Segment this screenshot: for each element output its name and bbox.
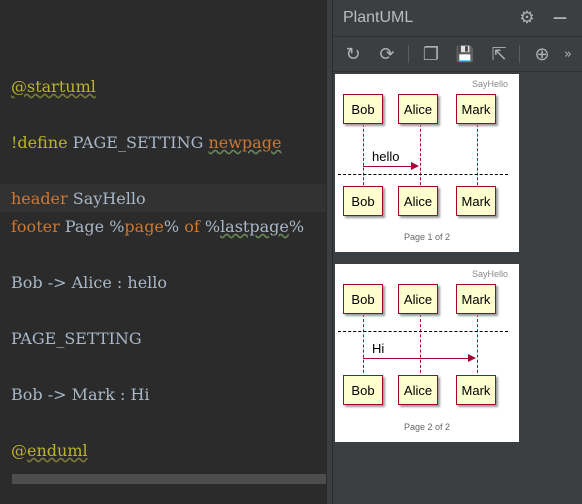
code-editor[interactable]: @startuml !define PAGE_SETTING newpage h… xyxy=(0,0,326,504)
message-label: Hi xyxy=(372,341,385,356)
code-line-enduml[interactable]: @enduml xyxy=(11,441,88,461)
save-icon[interactable]: 💾 xyxy=(454,43,476,65)
toolbar-separator xyxy=(519,45,520,63)
message-label: hello xyxy=(372,149,400,164)
panel-header: PlantUML ⚙ — xyxy=(333,0,582,37)
toolbar-separator xyxy=(408,45,409,63)
open-external-icon[interactable]: ⇱ xyxy=(488,43,510,65)
arrow-head xyxy=(468,354,476,362)
arrow-head xyxy=(411,162,419,170)
lifeline-mark xyxy=(477,124,478,190)
participant-alice: Alice xyxy=(398,284,438,314)
participant-mark: Mark xyxy=(456,284,496,314)
message-arrow xyxy=(363,358,470,359)
lifeline-bob xyxy=(363,314,364,378)
minimize-icon[interactable]: — xyxy=(550,8,570,28)
participant-mark-bottom: Mark xyxy=(456,186,496,216)
diagram-page-1: SayHello Bob Alice Mark hello Bob Alice … xyxy=(335,74,519,252)
lifeline-mark xyxy=(477,314,478,378)
plantuml-panel: PlantUML ⚙ — ↻ ⟳ ❐ 💾 ⇱ ⊕ » SayHello Bob … xyxy=(332,0,582,504)
participant-bob: Bob xyxy=(343,284,383,314)
participant-bob: Bob xyxy=(343,94,383,124)
footer-keyword: footer xyxy=(11,217,60,236)
reload-icon[interactable]: ⟳ xyxy=(376,43,398,65)
code-line-startuml[interactable]: @startuml xyxy=(11,77,96,97)
diagram-page-2: SayHello Bob Alice Mark Hi Bob Alice Mar… xyxy=(335,264,519,442)
zoom-in-icon[interactable]: ⊕ xyxy=(531,43,553,65)
code-line-header[interactable]: header SayHello xyxy=(11,189,146,209)
diagram-header: SayHello xyxy=(471,79,508,89)
code-line-page-setting[interactable]: PAGE_SETTING xyxy=(11,329,142,349)
horizontal-scrollbar[interactable] xyxy=(12,474,326,484)
footer-text-b: % xyxy=(163,217,185,236)
define-name: PAGE_SETTING xyxy=(72,133,209,152)
participant-mark-bottom: Mark xyxy=(456,375,496,405)
participant-mark: Mark xyxy=(456,94,496,124)
page-variable: page xyxy=(124,217,164,236)
header-keyword: header xyxy=(11,189,68,208)
copy-icon[interactable]: ❐ xyxy=(420,43,442,65)
participant-alice-bottom: Alice xyxy=(398,375,438,405)
more-icon[interactable]: » xyxy=(557,43,579,65)
footer-text-c: % xyxy=(199,217,221,236)
participant-alice: Alice xyxy=(398,94,438,124)
refresh-icon[interactable]: ↻ xyxy=(342,43,364,65)
diagram-header: SayHello xyxy=(471,269,508,279)
lifeline-bob xyxy=(363,124,364,190)
enduml-keyword: enduml xyxy=(27,441,88,460)
footer-text-a: Page % xyxy=(59,217,125,236)
panel-toolbar: ↻ ⟳ ❐ 💾 ⇱ ⊕ » xyxy=(333,37,582,72)
code-line-footer[interactable]: footer Page %page% of %lastpage% xyxy=(11,217,304,237)
participant-bob-bottom: Bob xyxy=(343,375,383,405)
code-line-bob-mark[interactable]: Bob -> Mark : Hi xyxy=(11,385,150,405)
enduml-at: @ xyxy=(11,441,27,460)
message-arrow xyxy=(363,166,413,167)
footer-text-d: % xyxy=(288,217,305,236)
newpage-keyword: newpage xyxy=(208,133,282,152)
header-text: SayHello xyxy=(67,189,146,208)
lifeline-alice xyxy=(420,314,421,378)
code-line-define[interactable]: !define PAGE_SETTING newpage xyxy=(11,133,281,153)
participant-bob-bottom: Bob xyxy=(343,186,383,216)
code-line-bob-alice[interactable]: Bob -> Alice : hello xyxy=(11,273,167,293)
diagram-footer: Page 2 of 2 xyxy=(403,422,451,432)
gear-icon[interactable]: ⚙ xyxy=(517,8,537,28)
newpage-separator xyxy=(338,174,508,175)
newpage-separator xyxy=(338,331,508,332)
define-directive: !define xyxy=(11,133,73,152)
diagram-footer: Page 1 of 2 xyxy=(403,232,451,242)
of-keyword: of xyxy=(184,217,200,236)
lifeline-alice xyxy=(420,124,421,190)
lastpage-variable: lastpage xyxy=(220,217,289,236)
panel-title: PlantUML xyxy=(343,9,414,26)
participant-alice-bottom: Alice xyxy=(398,186,438,216)
